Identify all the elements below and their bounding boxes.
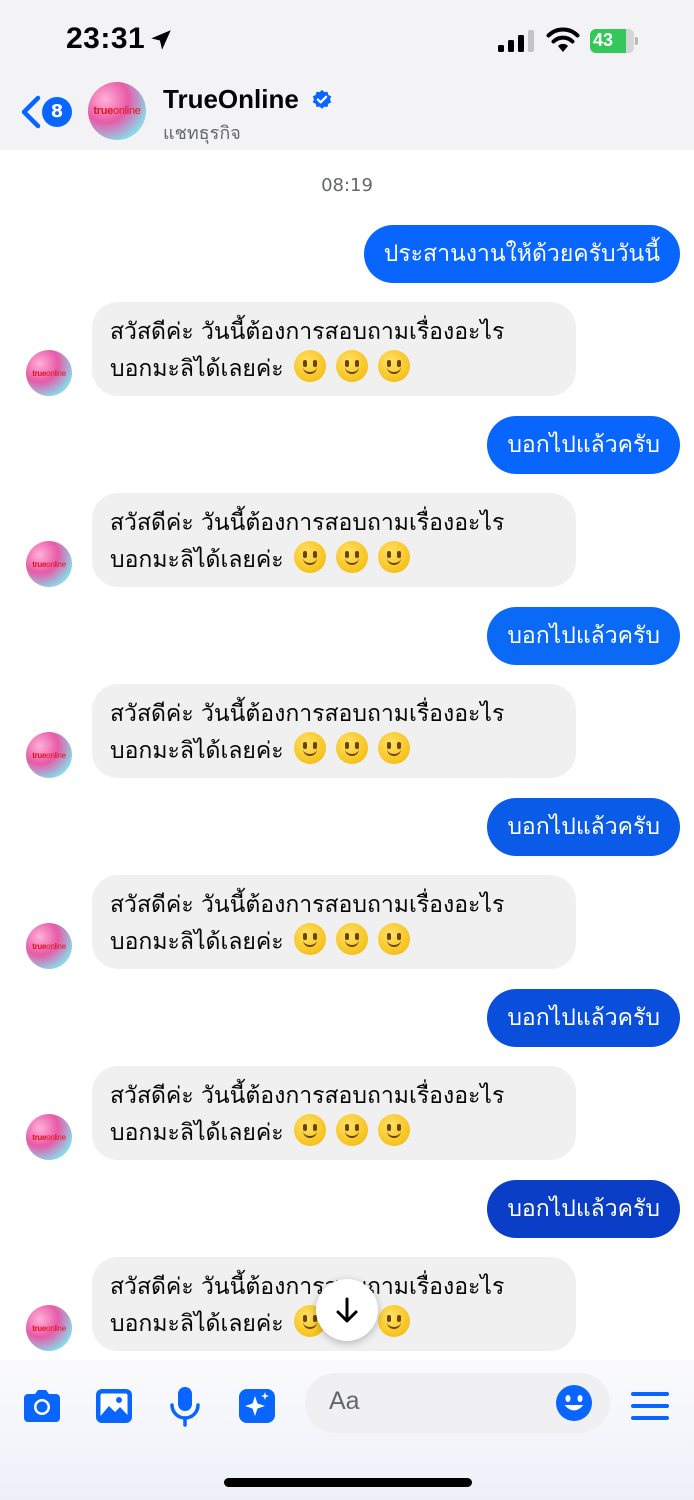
smile-emoji-icon <box>335 923 368 955</box>
message-input-box[interactable] <box>305 1373 610 1433</box>
status-time: 23:31 <box>66 22 146 55</box>
avatar[interactable]: trueonline <box>26 923 72 969</box>
incoming-message[interactable]: สวัสดีค่ะ วันนี้ต้องการสอบถามเรื่องอะไร … <box>92 1066 576 1160</box>
smile-emoji-icon <box>377 1114 410 1146</box>
photo-gallery-icon[interactable] <box>92 1384 136 1428</box>
smile-emoji-icon <box>335 350 368 382</box>
battery-indicator: 43 <box>590 29 638 53</box>
scroll-to-bottom-button[interactable] <box>316 1279 378 1341</box>
smile-emoji-icon <box>293 541 326 573</box>
verified-badge-icon <box>312 89 332 109</box>
outgoing-message[interactable]: บอกไปแล้วครับ <box>487 989 680 1047</box>
contact-name[interactable]: TrueOnline <box>163 84 299 115</box>
incoming-message-line: บอกมะลิได้เลยค่ะ <box>110 1311 284 1337</box>
smile-emoji-icon <box>377 541 410 573</box>
outgoing-message[interactable]: บอกไปแล้วครับ <box>487 798 680 856</box>
message-composer <box>0 1360 694 1500</box>
trueonline-logo: trueonline <box>32 1132 66 1142</box>
trueonline-logo: trueonline <box>32 368 66 378</box>
smile-emoji-icon <box>293 923 326 955</box>
smile-emoji-icon <box>293 350 326 382</box>
trueonline-logo: trueonline <box>32 750 66 760</box>
smile-emoji-icon <box>377 350 410 382</box>
trueonline-logo: trueonline <box>93 105 141 117</box>
incoming-message-line: สวัสดีค่ะ วันนี้ต้องการสอบถามเรื่องอะไร <box>110 701 505 727</box>
battery-level: 43 <box>593 30 614 50</box>
incoming-message-line: บอกมะลิได้เลยค่ะ <box>110 929 284 955</box>
smile-emoji-icon <box>335 1114 368 1146</box>
status-bar: 23:31 43 <box>0 0 694 80</box>
cellular-signal-icon <box>498 30 534 52</box>
wifi-icon <box>546 27 580 52</box>
microphone-icon[interactable] <box>163 1384 207 1428</box>
smile-emoji-icon <box>335 732 368 764</box>
smile-emoji-icon <box>293 1114 326 1146</box>
message-timestamp: 08:19 <box>321 175 373 196</box>
incoming-message-line: สวัสดีค่ะ วันนี้ต้องการสอบถามเรื่องอะไร <box>110 892 505 918</box>
avatar[interactable]: trueonline <box>26 732 72 778</box>
incoming-message-line: สวัสดีค่ะ วันนี้ต้องการสอบถามเรื่องอะไร <box>110 319 505 345</box>
incoming-message-line: บอกมะลิได้เลยค่ะ <box>110 356 284 382</box>
message-input[interactable] <box>329 1387 529 1416</box>
contact-subtitle: แชทธุรกิจ <box>163 123 241 144</box>
outgoing-message[interactable]: บอกไปแล้วครับ <box>487 1180 680 1238</box>
trueonline-logo: trueonline <box>32 941 66 951</box>
avatar[interactable]: trueonline <box>26 1114 72 1160</box>
emoji-icon[interactable] <box>555 1384 593 1422</box>
incoming-message-line: บอกมะลิได้เลยค่ะ <box>110 1120 284 1146</box>
outgoing-message[interactable]: ประสานงานให้ด้วยครับวันนี้ <box>363 225 680 283</box>
smile-emoji-icon <box>335 541 368 573</box>
camera-icon[interactable] <box>20 1384 64 1428</box>
menu-hamburger-icon[interactable] <box>628 1384 672 1428</box>
avatar[interactable]: trueonline <box>26 1305 72 1351</box>
incoming-message-line: บอกมะลิได้เลยค่ะ <box>110 738 284 764</box>
outgoing-message[interactable]: บอกไปแล้วครับ <box>487 607 680 665</box>
avatar[interactable]: trueonline <box>26 350 72 396</box>
back-unread-badge[interactable]: 8 <box>42 97 72 127</box>
smile-emoji-icon <box>377 732 410 764</box>
smile-emoji-icon <box>377 1305 410 1337</box>
outgoing-message[interactable]: บอกไปแล้วครับ <box>487 416 680 474</box>
incoming-message-line: บอกมะลิได้เลยค่ะ <box>110 547 284 573</box>
trueonline-logo: trueonline <box>32 559 66 569</box>
incoming-message[interactable]: สวัสดีค่ะ วันนี้ต้องการสอบถามเรื่องอะไร … <box>92 875 576 969</box>
avatar[interactable]: trueonline <box>88 82 146 140</box>
smile-emoji-icon <box>377 923 410 955</box>
incoming-message-line: สวัสดีค่ะ วันนี้ต้องการสอบถามเรื่องอะไร <box>110 1083 505 1109</box>
chat-header: 8 trueonline TrueOnline แชทธุรกิจ <box>0 80 694 150</box>
location-arrow-icon <box>151 30 171 50</box>
incoming-message[interactable]: สวัสดีค่ะ วันนี้ต้องการสอบถามเรื่องอะไร … <box>92 302 576 396</box>
avatar[interactable]: trueonline <box>26 541 72 587</box>
incoming-message-line: สวัสดีค่ะ วันนี้ต้องการสอบถามเรื่องอะไร <box>110 510 505 536</box>
incoming-message[interactable]: สวัสดีค่ะ วันนี้ต้องการสอบถามเรื่องอะไร … <box>92 493 576 587</box>
smile-emoji-icon <box>293 732 326 764</box>
sticker-sparkle-icon[interactable] <box>235 1384 279 1428</box>
home-indicator <box>224 1478 472 1487</box>
trueonline-logo: trueonline <box>32 1323 66 1333</box>
incoming-message[interactable]: สวัสดีค่ะ วันนี้ต้องการสอบถามเรื่องอะไร … <box>92 684 576 778</box>
arrow-down-icon <box>336 1297 358 1323</box>
